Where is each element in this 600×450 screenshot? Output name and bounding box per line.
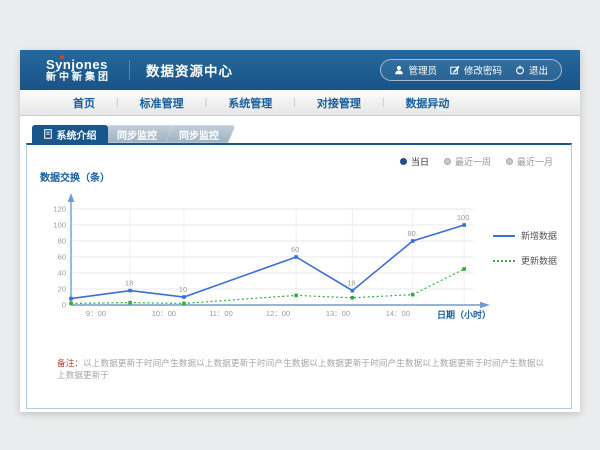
nav-item-interface-mgmt[interactable]: 对接管理 bbox=[296, 95, 382, 111]
svg-text:80: 80 bbox=[58, 237, 66, 246]
radio-icon bbox=[506, 158, 513, 165]
radio-last-month[interactable]: 最近一月 bbox=[506, 155, 553, 168]
logo-red-dot-icon bbox=[60, 55, 64, 59]
svg-text:20: 20 bbox=[58, 285, 66, 294]
legend-label: 更新数据 bbox=[521, 254, 557, 267]
page-card: Synjones 新中新集团 数据资源中心 管理员 修改密码 bbox=[20, 50, 580, 412]
power-icon bbox=[515, 65, 525, 75]
admin-label: 管理员 bbox=[408, 63, 437, 77]
main-nav: 首页 | 标准管理 | 系统管理 | 对接管理 | 数据异动 bbox=[20, 90, 580, 116]
radio-icon bbox=[444, 158, 451, 165]
footnote: 备注：以上数据更新于时间产生数据以上数据更新于时间产生数据以上数据更新于时间产生… bbox=[57, 357, 552, 381]
tab-sync-monitor-1[interactable]: 同步监控 bbox=[104, 125, 170, 143]
svg-text:120: 120 bbox=[53, 205, 66, 214]
app-header: Synjones 新中新集团 数据资源中心 管理员 修改密码 bbox=[20, 50, 580, 90]
svg-text:日期（小时）: 日期（小时） bbox=[437, 309, 491, 320]
change-password-button[interactable]: 修改密码 bbox=[450, 63, 502, 77]
svg-text:12：00: 12：00 bbox=[266, 309, 290, 318]
legend-new-data[interactable]: 新增数据 bbox=[493, 229, 557, 242]
svg-text:10: 10 bbox=[179, 285, 187, 294]
footnote-prefix: 备注： bbox=[57, 358, 83, 368]
tab-sync-monitor-2[interactable]: 同步监控 bbox=[166, 125, 232, 143]
user-icon bbox=[394, 65, 404, 75]
nav-item-system-mgmt[interactable]: 系统管理 bbox=[207, 95, 293, 111]
logo-subtext: 新中新集团 bbox=[46, 73, 111, 83]
y-axis-title: 数据交换（条） bbox=[40, 169, 110, 184]
tab-strip: 系统介绍 同步监控 同步监控 bbox=[32, 125, 232, 143]
chart-legend: 新增数据 更新数据 bbox=[493, 229, 557, 267]
legend-updated-data[interactable]: 更新数据 bbox=[493, 254, 557, 267]
nav-item-home[interactable]: 首页 bbox=[52, 95, 116, 111]
svg-text:18: 18 bbox=[347, 279, 355, 288]
document-icon bbox=[44, 129, 52, 139]
period-filter: 当日 最近一周 最近一月 bbox=[400, 155, 553, 168]
brand-logo: Synjones 新中新集团 bbox=[46, 58, 111, 83]
user-toolbar: 管理员 修改密码 退出 bbox=[380, 59, 562, 81]
radio-label: 最近一月 bbox=[517, 155, 553, 168]
svg-text:40: 40 bbox=[58, 269, 66, 278]
svg-text:60: 60 bbox=[58, 253, 66, 262]
svg-text:11：00: 11：00 bbox=[209, 309, 233, 318]
change-password-label: 修改密码 bbox=[464, 63, 502, 77]
svg-text:9：00: 9：00 bbox=[86, 309, 106, 318]
solid-line-swatch bbox=[493, 235, 515, 237]
tab-system-intro[interactable]: 系统介绍 bbox=[32, 125, 108, 143]
nav-item-standard-mgmt[interactable]: 标准管理 bbox=[119, 95, 205, 111]
radio-label: 当日 bbox=[411, 155, 429, 168]
logout-label: 退出 bbox=[529, 63, 548, 77]
dotted-line-swatch bbox=[493, 260, 515, 262]
footnote-text: 以上数据更新于时间产生数据以上数据更新于时间产生数据以上数据更新于时间产生数据以… bbox=[57, 358, 544, 380]
radio-icon bbox=[400, 158, 407, 165]
svg-text:80: 80 bbox=[408, 229, 416, 238]
radio-label: 最近一周 bbox=[455, 155, 491, 168]
svg-text:13：00: 13：00 bbox=[326, 309, 350, 318]
svg-text:18: 18 bbox=[125, 279, 133, 288]
svg-text:60: 60 bbox=[291, 245, 299, 254]
tab-label: 同步监控 bbox=[117, 127, 157, 142]
content-area: 系统介绍 同步监控 同步监控 当日 最近一周 bbox=[20, 116, 580, 412]
legend-label: 新增数据 bbox=[521, 229, 557, 242]
nav-item-data-change[interactable]: 数据异动 bbox=[384, 95, 470, 111]
admin-user-button[interactable]: 管理员 bbox=[394, 63, 437, 77]
line-chart: 0 20 40 60 80 100 120 9：00 10：00 11：00 12：00 13：00 1… bbox=[45, 189, 545, 334]
edit-icon bbox=[450, 65, 460, 75]
logo-text: Synjones bbox=[46, 58, 111, 71]
svg-text:14：00: 14：00 bbox=[386, 309, 410, 318]
svg-text:100: 100 bbox=[457, 213, 470, 222]
logout-button[interactable]: 退出 bbox=[515, 63, 548, 77]
page-title: 数据资源中心 bbox=[129, 60, 233, 80]
radio-today[interactable]: 当日 bbox=[400, 155, 429, 168]
tab-label: 系统介绍 bbox=[57, 127, 97, 142]
chart-panel: 当日 最近一周 最近一月 数据交换（条） 0 20 40 60 80 100 120 9：00… bbox=[26, 143, 572, 409]
svg-text:10：00: 10：00 bbox=[152, 309, 176, 318]
radio-last-week[interactable]: 最近一周 bbox=[444, 155, 491, 168]
svg-text:0: 0 bbox=[62, 301, 66, 310]
svg-text:100: 100 bbox=[53, 221, 66, 230]
tab-label: 同步监控 bbox=[179, 127, 219, 142]
